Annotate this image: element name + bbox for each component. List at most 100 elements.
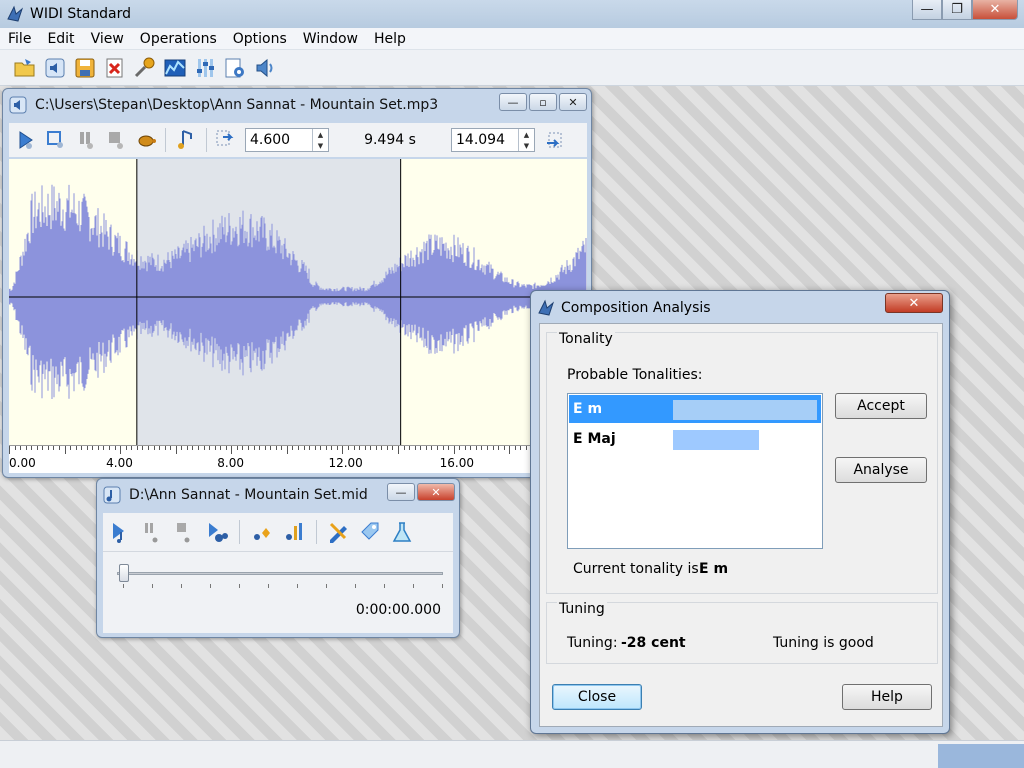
ruler-tick: [131, 446, 133, 450]
menu-file[interactable]: File: [0, 31, 39, 47]
loop-play-icon[interactable]: [45, 129, 67, 151]
ruler-tick: [486, 446, 488, 450]
ruler-tick: [253, 446, 255, 450]
tuning-status: Tuning is good: [773, 635, 874, 651]
play-icon[interactable]: [15, 129, 37, 151]
save-button[interactable]: [72, 55, 98, 81]
ruler-tick: [425, 446, 427, 450]
ruler-tick: [159, 446, 161, 450]
tonality-list[interactable]: E m E Maj: [567, 393, 823, 549]
delete-icon: [106, 58, 123, 77]
current-tonality-label: Current tonality is:: [573, 561, 704, 577]
selection-end-stepper[interactable]: ▲ ▼: [518, 129, 534, 151]
audio-toolbar: 4.600 ▲ ▼ 9.494 s 14.094 ▲ ▼: [9, 123, 587, 157]
list-item[interactable]: E Maj: [569, 425, 821, 453]
ruler-tick: [375, 446, 377, 450]
position-slider-thumb[interactable]: [119, 564, 129, 582]
ruler-tick: [320, 446, 322, 450]
dialog-title: Composition Analysis: [561, 300, 711, 316]
midi-tag-icon[interactable]: [359, 520, 381, 544]
close-icon: ✕: [568, 95, 578, 109]
record-button[interactable]: [132, 55, 158, 81]
midi-window-title: D:\Ann Sannat - Mountain Set.mid: [129, 487, 368, 503]
ruler-tick: [64, 446, 66, 454]
midi-play-icon[interactable]: [109, 520, 131, 544]
select-start-icon[interactable]: [215, 129, 237, 151]
midi-pause-icon[interactable]: [141, 520, 163, 544]
help-button[interactable]: Help: [842, 684, 932, 710]
volume-button[interactable]: [252, 55, 278, 81]
toolbar-separator: [239, 520, 240, 544]
minimize-button[interactable]: —: [912, 0, 942, 20]
maximize-button[interactable]: ❐: [942, 0, 972, 20]
midi-close-button[interactable]: ✕: [417, 483, 455, 501]
audio-button[interactable]: [42, 55, 68, 81]
delete-button[interactable]: [102, 55, 128, 81]
midi-minimize-button[interactable]: —: [387, 483, 415, 501]
audio-close-button[interactable]: ✕: [559, 93, 587, 111]
menu-view[interactable]: View: [83, 31, 132, 47]
stop-icon[interactable]: [105, 129, 127, 151]
close-dialog-button[interactable]: Close: [552, 684, 642, 710]
spectrum-button[interactable]: [162, 55, 188, 81]
close-icon: ✕: [431, 485, 441, 499]
ruler-tick: [514, 446, 516, 450]
waveform-view[interactable]: [8, 159, 587, 445]
note-diamond-icon[interactable]: [250, 520, 272, 544]
ruler-label: 12.00: [328, 456, 363, 470]
menu-operations[interactable]: Operations: [132, 31, 225, 47]
menu-window[interactable]: Window: [295, 31, 366, 47]
ruler-tick: [53, 446, 55, 450]
ruler-tick: [109, 446, 111, 450]
note-convert-icon[interactable]: [174, 128, 198, 152]
turtle-icon[interactable]: [135, 129, 157, 151]
minimize-icon: —: [395, 485, 407, 499]
toolbar-separator: [165, 128, 166, 152]
selection-start-input[interactable]: 4.600 ▲ ▼: [245, 128, 329, 152]
ruler-tick: [164, 446, 166, 450]
midi-loop-icon[interactable]: [205, 520, 229, 544]
close-button[interactable]: ✕: [972, 0, 1018, 20]
menu-options[interactable]: Options: [225, 31, 295, 47]
menu-help[interactable]: Help: [366, 31, 414, 47]
spin-up-icon: ▲: [317, 130, 324, 139]
ruler-tick: [192, 446, 194, 450]
ruler-tick: [364, 446, 366, 450]
analyse-button[interactable]: Analyse: [835, 457, 927, 483]
flask-icon[interactable]: [391, 520, 413, 544]
current-tonality-value: E m: [699, 561, 729, 577]
ruler-tick: [442, 446, 444, 450]
ruler-tick: [81, 446, 83, 450]
accept-button[interactable]: Accept: [835, 393, 927, 419]
selection-end-input[interactable]: 14.094 ▲ ▼: [451, 128, 535, 152]
ruler-tick: [336, 446, 338, 450]
settings-doc-button[interactable]: [222, 55, 248, 81]
midi-stop-icon[interactable]: [173, 520, 195, 544]
ruler-tick: [114, 446, 116, 450]
select-end-icon[interactable]: [543, 129, 565, 151]
ruler-tick: [342, 446, 344, 454]
dialog-close-button[interactable]: ✕: [885, 293, 943, 313]
ruler-tick: [459, 446, 461, 450]
menu-edit[interactable]: Edit: [39, 31, 82, 47]
note-bars-icon[interactable]: [282, 520, 306, 544]
open-folder-button[interactable]: [12, 55, 38, 81]
position-slider-track[interactable]: [117, 572, 443, 575]
tonality-score-bar: [673, 430, 759, 450]
tonality-group: Tonality Probable Tonalities: E m E Maj …: [546, 331, 938, 594]
pause-icon[interactable]: [75, 129, 97, 151]
equalizer-button[interactable]: [192, 55, 218, 81]
ruler-tick: [20, 446, 22, 450]
list-item[interactable]: E m: [569, 395, 821, 423]
audio-minimize-button[interactable]: —: [499, 93, 527, 111]
ruler-tick: [431, 446, 433, 450]
ruler-tick: [31, 446, 33, 450]
audio-maximize-button[interactable]: ▫: [529, 93, 557, 111]
midi-edit-icon[interactable]: [327, 520, 349, 544]
selection-start-stepper[interactable]: ▲ ▼: [312, 129, 328, 151]
ruler-tick: [403, 446, 405, 450]
ruler-tick: [464, 446, 466, 450]
ruler-tick: [125, 446, 127, 450]
ruler-tick: [448, 446, 450, 450]
waveform-canvas[interactable]: [8, 159, 587, 445]
